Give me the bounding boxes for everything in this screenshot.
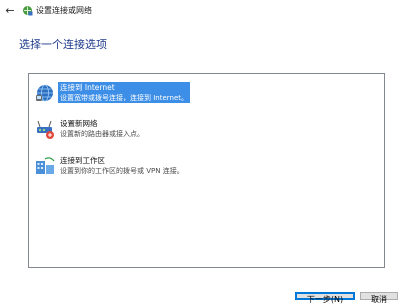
option-title: 连接到 Internet <box>58 82 191 93</box>
next-button[interactable]: 下一步(N) <box>295 292 355 304</box>
cancel-button[interactable]: 取消 <box>360 292 398 304</box>
connection-options-list: 连接到 Internet 设置宽带或拨号连接，连接到 Internet。 设置新… <box>28 73 385 268</box>
window-title: 设置连接或网络 <box>36 6 92 15</box>
option-text: 连接到工作区 设置到你的工作区的拨号或 VPN 连接。 <box>58 155 186 176</box>
network-wizard-icon <box>23 6 33 16</box>
option-description: 设置宽带或拨号连接，连接到 Internet。 <box>58 93 191 103</box>
globe-network-icon <box>36 84 53 102</box>
option-title: 设置新网络 <box>60 119 98 128</box>
option-description: 设置新的路由器或接入点。 <box>60 130 144 138</box>
option-text: 设置新网络 设置新的路由器或接入点。 <box>58 118 146 139</box>
page-title: 选择一个连接选项 <box>19 38 107 51</box>
option-title: 连接到工作区 <box>60 156 105 165</box>
title-bar: ← 设置连接或网络 <box>0 0 400 24</box>
dialog-window: ← 设置连接或网络 选择一个连接选项 连接到 Internet 设置宽带或拨号连… <box>0 0 400 304</box>
back-arrow-icon[interactable]: ← <box>4 5 16 17</box>
option-description: 设置到你的工作区的拨号或 VPN 连接。 <box>60 167 184 175</box>
option-text: 连接到 Internet 设置宽带或拨号连接，连接到 Internet。 <box>58 82 191 103</box>
workplace-vpn-icon <box>36 157 55 174</box>
router-icon <box>37 120 54 139</box>
